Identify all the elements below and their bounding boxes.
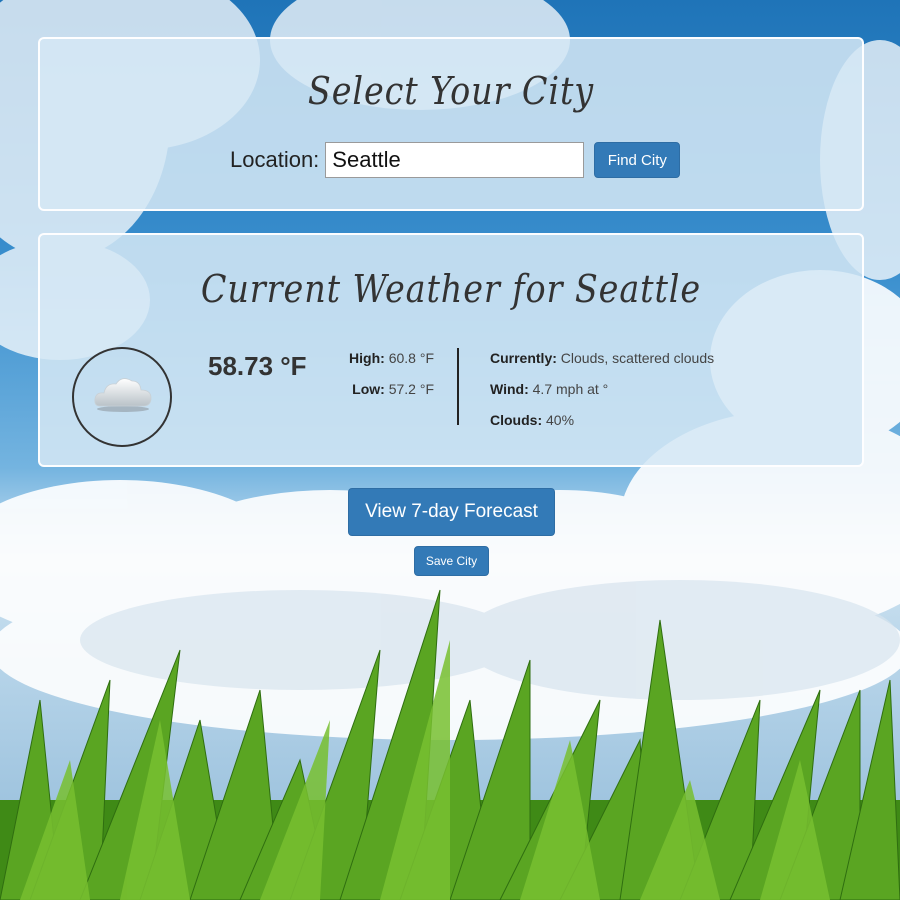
wind-label: Wind: <box>490 381 529 397</box>
low-temp-row: Low: 57.2 °F <box>330 380 434 411</box>
high-low-block: High: 60.8 °F Low: 57.2 °F <box>330 349 434 411</box>
location-row: Location: Find City <box>230 142 681 178</box>
temperature-value: 58.73 °F <box>208 351 307 381</box>
page: Select Your City Location: Find City Cur… <box>0 0 900 900</box>
cloud-icon <box>94 378 152 412</box>
currently-row: Currently: Clouds, scattered clouds <box>490 349 714 380</box>
location-input[interactable] <box>325 142 585 178</box>
save-city-button[interactable]: Save City <box>414 546 489 576</box>
wind-value: 4.7 mph at ° <box>532 381 609 397</box>
currently-value: Clouds, scattered clouds <box>560 350 715 366</box>
high-value: 60.8 °F <box>388 350 434 366</box>
vertical-divider <box>457 348 459 425</box>
low-value: 57.2 °F <box>388 381 434 397</box>
weather-details-block: Currently: Clouds, scattered clouds Wind… <box>490 349 714 442</box>
city-selection-panel: Select Your City Location: Find City <box>38 37 864 211</box>
view-forecast-button[interactable]: View 7-day Forecast <box>348 488 555 536</box>
current-weather-panel: Current Weather for Seattle 58.73 °F Hig… <box>38 233 864 467</box>
clouds-row: Clouds: 40% <box>490 411 714 442</box>
select-city-title: Select Your City <box>307 69 595 113</box>
find-city-button[interactable]: Find City <box>594 142 681 178</box>
clouds-value: 40% <box>546 412 575 428</box>
high-label: High: <box>349 350 385 366</box>
clouds-label: Clouds: <box>490 412 543 428</box>
location-label: Location: <box>230 147 320 172</box>
current-weather-title: Current Weather for Seattle <box>200 267 702 311</box>
high-temp-row: High: 60.8 °F <box>330 349 434 380</box>
low-label: Low: <box>352 381 385 397</box>
currently-label: Currently: <box>490 350 557 366</box>
wind-row: Wind: 4.7 mph at ° <box>490 380 714 411</box>
weather-icon-frame <box>72 347 172 447</box>
